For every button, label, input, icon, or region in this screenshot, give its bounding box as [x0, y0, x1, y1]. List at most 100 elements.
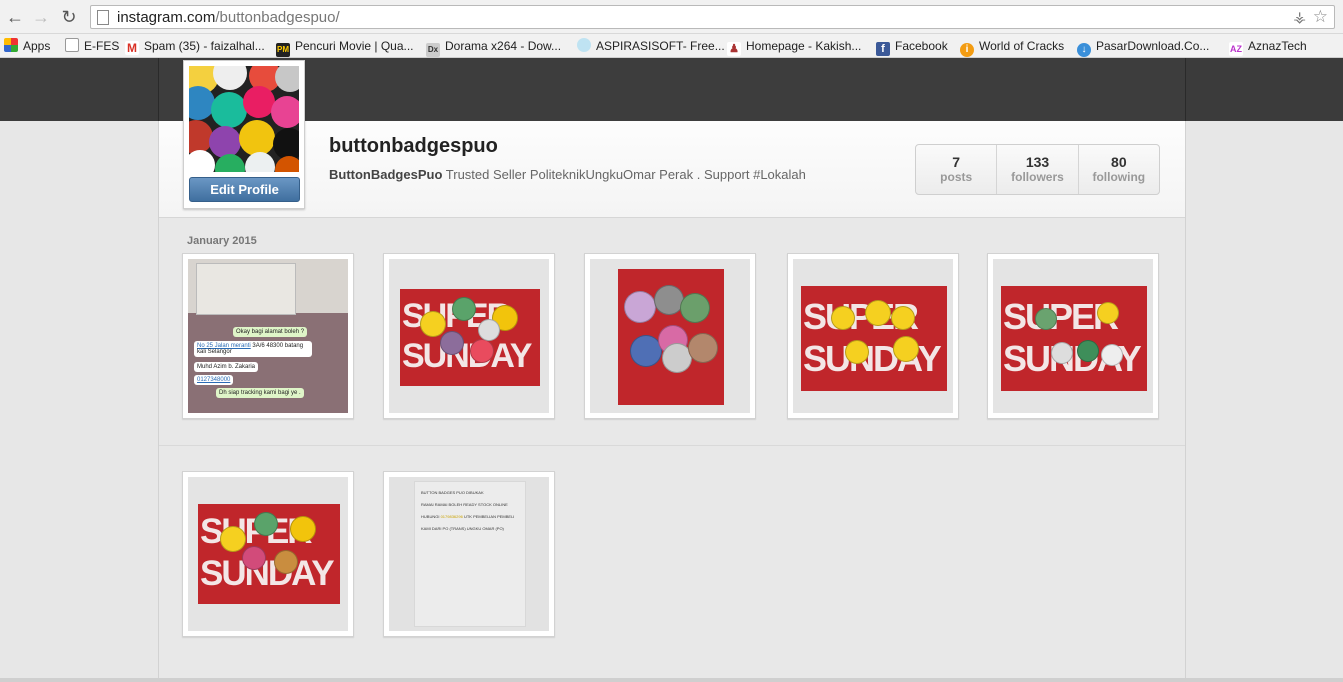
badge-pin	[688, 333, 718, 363]
avatar[interactable]	[189, 66, 299, 172]
drop-icon	[577, 38, 591, 52]
key-icon[interactable]: ⚶	[1293, 8, 1306, 26]
bookmark-world-of-cracks[interactable]: i World of Cracks	[960, 37, 1065, 57]
badge-pin	[624, 291, 656, 323]
badge-pin	[1077, 340, 1099, 362]
bookmark-aspirasisoft[interactable]: ASPIRASISOFT- Free...	[577, 37, 725, 55]
photo-tile-announcement[interactable]: BUTTON BADGES PUO DIBUKAK RAMAI RAMAI BO…	[383, 471, 555, 637]
doc-line: KAMI DARI PO (TRANS) UNGKU OMAR (PO)	[421, 526, 504, 531]
badge-pin	[1101, 344, 1123, 366]
bookmark-label: E-FES	[84, 39, 120, 53]
doc-text: HUBUNGI	[421, 514, 440, 519]
photo-tile-chat[interactable]: Okay bagi alamat boleh ? No 25 Jalan mer…	[182, 253, 354, 419]
smiley-badge	[220, 526, 246, 552]
bookmark-label: Facebook	[895, 39, 948, 53]
doc-line: HUBUNGI 0179836296 UTK PEMBELIAN PEMBELI	[421, 514, 514, 519]
smiley-badge	[865, 300, 891, 326]
red-card: SUPER SUNDAY	[400, 289, 540, 386]
photo-tile-supersunday-2[interactable]: SUPER SUNDAY	[787, 253, 959, 419]
edit-profile-button[interactable]: Edit Profile	[189, 177, 300, 202]
photo-tile-supersunday-1[interactable]: SUPER SUNDAY	[383, 253, 555, 419]
facebook-icon: f	[876, 42, 890, 56]
badge-image	[245, 152, 275, 172]
bookmark-label: Pencuri Movie | Qua...	[295, 39, 414, 53]
stat-label: following	[1092, 170, 1146, 184]
bookmark-pasardownload[interactable]: ↓ PasarDownload.Co...	[1077, 37, 1210, 57]
photo-image: Okay bagi alamat boleh ? No 25 Jalan mer…	[188, 259, 348, 413]
download-icon: ↓	[1077, 43, 1091, 57]
badge-image	[271, 96, 299, 128]
bookmark-label: Homepage - Kakish...	[746, 39, 862, 53]
card-word: SUNDAY	[803, 338, 942, 379]
badge-pin	[680, 293, 710, 323]
bookmark-e-fes[interactable]: E-FES	[65, 37, 119, 55]
stat-label: followers	[1011, 170, 1064, 184]
badge-image	[215, 154, 245, 172]
badge-image	[189, 150, 215, 172]
gmail-icon: M	[125, 41, 139, 55]
bookmark-aznaztech[interactable]: AZ AznazTech	[1229, 37, 1307, 56]
badge-image	[275, 156, 299, 172]
bookmark-homepage-kakish[interactable]: ♟ Homepage - Kakish...	[727, 37, 862, 56]
smiley-badge	[891, 306, 915, 330]
photo-image: SUPER SUNDAY	[389, 259, 549, 413]
badge-pin	[274, 550, 298, 574]
photo-image: BUTTON BADGES PUO DIBUKAK RAMAI RAMAI BO…	[389, 477, 549, 631]
badge-image	[213, 66, 247, 90]
page-bottom-edge	[0, 678, 1343, 682]
badge-pin	[478, 319, 500, 341]
chat-bubble: Muhd Azim b. Zakaria	[194, 362, 259, 372]
photo-image: SUPER SUNDAY	[188, 477, 348, 631]
bookmark-label: PasarDownload.Co...	[1096, 39, 1210, 53]
bookmark-facebook[interactable]: f Facebook	[876, 37, 948, 56]
stat-following[interactable]: 80 following	[1079, 145, 1159, 194]
chat-bubble: Okay bagi alamat boleh ?	[233, 327, 308, 337]
profile-bio: ButtonBadgesPuo Trusted Seller Politekni…	[329, 167, 806, 182]
bookmark-pencuri-movie[interactable]: PM Pencuri Movie | Qua...	[276, 37, 414, 57]
back-arrow-icon[interactable]: ←	[4, 6, 26, 28]
red-card: SUPER SUNDAY	[198, 504, 340, 604]
az-icon: AZ	[1229, 42, 1243, 56]
page-icon	[97, 10, 109, 25]
profile-username: buttonbadgespuo	[329, 135, 498, 157]
badge-pin	[254, 512, 278, 536]
forward-arrow-icon[interactable]: →	[30, 6, 52, 28]
chat-bubble: No 25 Jalan meranti 3A/6 48300 batang ka…	[194, 341, 312, 357]
url-path: /buttonbadgespuo/	[215, 9, 340, 26]
badge-image	[239, 120, 275, 156]
url-text[interactable]: instagram.com/buttonbadgespuo/	[117, 9, 340, 26]
bookmark-label: AznazTech	[1248, 39, 1307, 53]
card-word: SUNDAY	[402, 337, 532, 375]
bookmark-star-icon[interactable]: ☆	[1313, 7, 1328, 27]
badge-pin	[470, 339, 494, 363]
address-bar[interactable]: instagram.com/buttonbadgespuo/ ⚶ ☆	[90, 5, 1335, 29]
stat-posts[interactable]: 7 posts	[916, 145, 998, 194]
bookmark-label: Apps	[23, 39, 51, 53]
photo-image: SUPER SUNDAY	[793, 259, 953, 413]
photo-image: SUPER SUNDAY	[993, 259, 1153, 413]
stat-number: 133	[1025, 154, 1050, 170]
smiley-badge	[1097, 302, 1119, 324]
pm-icon: PM	[276, 43, 290, 57]
receipt-image	[196, 263, 296, 315]
doc-text: UTK PEMBELIAN PEMBELI	[463, 514, 515, 519]
bookmark-apps[interactable]: Apps	[4, 37, 50, 55]
smiley-badge	[290, 516, 316, 542]
red-card: SUPER SUNDAY	[1001, 286, 1147, 391]
bookmarks-bar: Apps E-FES M Spam (35) - faizalhal... PM P…	[0, 34, 1343, 58]
row-divider	[159, 445, 1185, 446]
page-icon	[65, 38, 79, 52]
photo-tile-supersunday-3[interactable]: SUPER SUNDAY	[987, 253, 1159, 419]
bookmark-label: World of Cracks	[979, 39, 1065, 53]
reload-icon[interactable]: ↻	[58, 6, 80, 28]
badge-image	[211, 92, 247, 128]
photo-tile-supersunday-4[interactable]: SUPER SUNDAY	[182, 471, 354, 637]
card-word: SUNDAY	[200, 554, 335, 593]
doc-phone-highlight: 0179836296	[440, 514, 463, 519]
bookmark-spam[interactable]: M Spam (35) - faizalhal...	[125, 37, 265, 55]
bookmark-dorama[interactable]: Dx Dorama x264 - Dow...	[426, 37, 561, 57]
profile-stats: 7 posts 133 followers 80 following	[915, 144, 1160, 195]
stat-number: 7	[952, 154, 961, 170]
stat-followers[interactable]: 133 followers	[997, 145, 1079, 194]
photo-tile-badges-pile[interactable]	[584, 253, 756, 419]
